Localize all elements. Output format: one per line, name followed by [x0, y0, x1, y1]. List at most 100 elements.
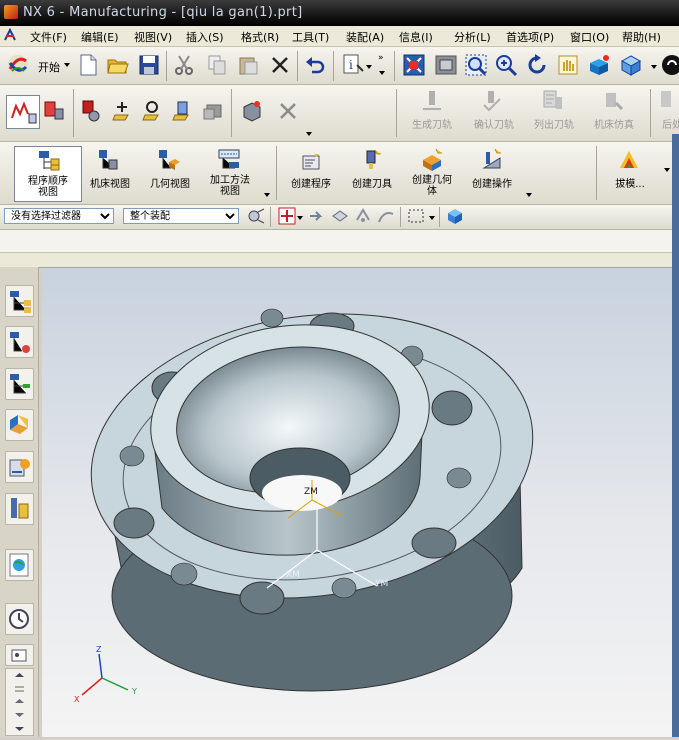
- create-geometry-button[interactable]: 创建几何 体: [404, 175, 460, 197]
- draft-analysis-icon[interactable]: [617, 148, 641, 172]
- add-cylinder-icon[interactable]: [170, 99, 194, 123]
- start-button[interactable]: 开始: [38, 59, 60, 75]
- filter-settings-icon[interactable]: [246, 206, 266, 226]
- information-dropdown-icon[interactable]: [366, 65, 372, 69]
- snap-point-icon[interactable]: [277, 206, 297, 226]
- list-path-button[interactable]: 列出刀轨: [524, 116, 584, 131]
- assembly-select-icon[interactable]: [445, 206, 465, 226]
- information-icon[interactable]: i: [341, 53, 365, 77]
- select-mode-dropdown-icon[interactable]: [429, 216, 435, 220]
- verify-path-button[interactable]: 确认刀轨: [464, 116, 524, 131]
- menu-format[interactable]: 格式(R): [241, 29, 279, 45]
- operation-navigator-tab[interactable]: [5, 285, 34, 317]
- menu-help[interactable]: 帮助(H): [622, 29, 661, 45]
- part-model[interactable]: ZM XM YM Z X Y: [42, 268, 679, 737]
- save-icon[interactable]: [137, 53, 161, 77]
- generate-path-button[interactable]: 生成刀轨: [402, 116, 462, 131]
- select-feature-icon[interactable]: [306, 206, 326, 226]
- add-block-icon[interactable]: [201, 99, 225, 123]
- graphics-window[interactable]: ZM XM YM Z X Y: [42, 268, 679, 737]
- reuse-library-tab[interactable]: [5, 451, 34, 483]
- toolbar-options-icon[interactable]: [664, 168, 670, 172]
- toolbar-options-icon[interactable]: [306, 132, 312, 136]
- verify-path-icon[interactable]: [480, 89, 504, 113]
- delete-icon[interactable]: [268, 53, 292, 77]
- nx-menu-icon[interactable]: [3, 27, 17, 42]
- layer-icon[interactable]: [660, 53, 679, 77]
- zoom-icon[interactable]: [494, 53, 518, 77]
- postprocess-icon[interactable]: [655, 89, 679, 113]
- program-order-view-button[interactable]: 程序顺序 视图: [14, 146, 82, 202]
- create-tool-icon[interactable]: [359, 148, 383, 172]
- paste-icon[interactable]: [236, 53, 260, 77]
- create-operation-button[interactable]: 创建操作: [464, 175, 520, 190]
- machine-tool-view-button[interactable]: 机床视图: [82, 175, 138, 190]
- machine-tool-view-icon[interactable]: [97, 148, 121, 172]
- snap-dropdown-icon[interactable]: [297, 216, 303, 220]
- copy-icon[interactable]: [205, 53, 229, 77]
- select-body-icon[interactable]: [353, 206, 373, 226]
- zoom-window-icon[interactable]: [434, 53, 458, 77]
- constraint-navigator-tab[interactable]: [5, 409, 34, 441]
- shaded-view-icon[interactable]: [587, 53, 611, 77]
- selection-scope-select[interactable]: 整个装配: [123, 208, 239, 224]
- postprocess-tool-icon[interactable]: [42, 99, 66, 123]
- machining-method-view-icon[interactable]: [217, 148, 241, 172]
- rotate-icon[interactable]: [525, 53, 549, 77]
- geometry-view-icon[interactable]: [157, 148, 181, 172]
- zoom-region-icon[interactable]: [464, 53, 488, 77]
- view-orientation-icon[interactable]: [619, 53, 643, 77]
- machine-navigator-tab[interactable]: [5, 326, 34, 358]
- menu-information[interactable]: 信息(I): [399, 29, 433, 45]
- menu-tools[interactable]: 工具(T): [292, 29, 329, 45]
- draft-analysis-button[interactable]: 拔模...: [603, 175, 657, 190]
- start-dropdown-icon[interactable]: [64, 63, 70, 67]
- history-tab[interactable]: [5, 603, 34, 635]
- resource-bar-scroller[interactable]: [5, 668, 34, 736]
- menu-edit[interactable]: 编辑(E): [81, 29, 119, 45]
- new-file-icon[interactable]: [76, 53, 100, 77]
- assembly-navigator-tab[interactable]: [5, 368, 34, 400]
- menu-file[interactable]: 文件(F): [30, 29, 67, 45]
- list-path-icon[interactable]: [541, 89, 565, 113]
- create-program-icon[interactable]: [299, 148, 323, 172]
- machining-method-view-button[interactable]: 加工方法 视图: [200, 175, 260, 197]
- object-display-icon[interactable]: [240, 99, 264, 123]
- create-tool-button[interactable]: 创建刀具: [344, 175, 400, 190]
- type-filter-select[interactable]: 没有选择过滤器: [4, 208, 114, 224]
- web-browser-tab[interactable]: [5, 549, 34, 581]
- menu-assemblies[interactable]: 装配(A): [346, 29, 384, 45]
- menu-analysis[interactable]: 分析(L): [454, 29, 491, 45]
- fit-view-icon[interactable]: [402, 53, 426, 77]
- pan-icon[interactable]: [556, 53, 580, 77]
- start-icon[interactable]: [6, 53, 30, 77]
- select-face-icon[interactable]: [330, 206, 350, 226]
- system-materials-tab[interactable]: [5, 644, 34, 666]
- toolbar-options-icon[interactable]: [264, 193, 270, 197]
- toolbar-overflow-icon[interactable]: »: [378, 53, 384, 63]
- undo-icon[interactable]: [303, 53, 327, 77]
- machine-sim-button[interactable]: 机床仿真: [584, 116, 644, 131]
- generate-path-icon[interactable]: [420, 89, 444, 113]
- rectangle-select-icon[interactable]: [406, 206, 426, 226]
- add-point-icon[interactable]: [110, 99, 134, 123]
- machine-sim-icon[interactable]: [602, 89, 626, 113]
- menu-window[interactable]: 窗口(O): [570, 29, 609, 45]
- add-circle-icon[interactable]: [140, 99, 164, 123]
- menu-preferences[interactable]: 首选项(P): [506, 29, 554, 45]
- process-studio-tab[interactable]: [5, 493, 34, 525]
- open-folder-icon[interactable]: [106, 53, 130, 77]
- create-operation-icon[interactable]: [480, 148, 504, 172]
- menu-insert[interactable]: 插入(S): [186, 29, 224, 45]
- program-view-icon[interactable]: [6, 95, 40, 129]
- menu-view[interactable]: 视图(V): [134, 29, 172, 45]
- view-dropdown-icon[interactable]: [651, 65, 657, 69]
- postprocess-button[interactable]: 后处: [662, 116, 679, 131]
- geometry-view-button[interactable]: 几何视图: [142, 175, 198, 190]
- select-curve-icon[interactable]: [376, 206, 396, 226]
- tool-holder-icon[interactable]: [79, 99, 103, 123]
- delete-operation-icon[interactable]: [276, 99, 300, 123]
- toolbar-options-icon[interactable]: [379, 71, 385, 75]
- toolbar-options-icon[interactable]: [526, 193, 532, 197]
- create-program-button[interactable]: 创建程序: [282, 175, 340, 190]
